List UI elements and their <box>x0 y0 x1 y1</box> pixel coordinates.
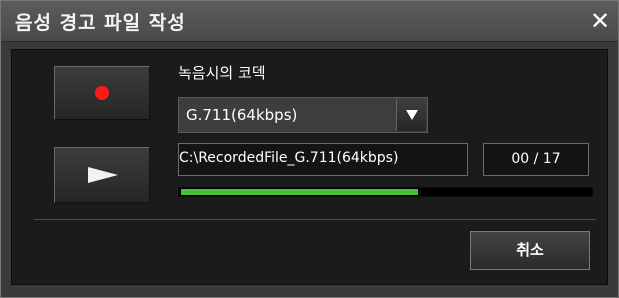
record-dot-icon <box>95 86 109 100</box>
record-button[interactable] <box>54 66 150 120</box>
dropdown-button[interactable] <box>396 99 426 131</box>
progress-fill <box>181 189 418 195</box>
play-icon <box>88 167 118 183</box>
file-counter: 00 / 17 <box>483 143 589 176</box>
file-path-field[interactable]: C:\RecordedFile_G.711(64kbps) <box>178 143 468 176</box>
cancel-button[interactable]: 취소 <box>470 231 590 270</box>
voice-warning-dialog: 음성 경고 파일 작성 ✕ 녹음시의 코덱 G.711(64kbps) C:\R… <box>0 0 619 298</box>
dialog-title: 음성 경고 파일 작성 <box>15 12 186 34</box>
play-button[interactable] <box>54 147 150 203</box>
divider <box>34 219 596 220</box>
file-path-text: C:\RecordedFile_G.711(64kbps) <box>179 150 399 166</box>
codec-selected-value: G.711(64kbps) <box>186 106 298 124</box>
close-icon[interactable]: ✕ <box>588 9 612 33</box>
recording-progress-bar <box>178 187 593 197</box>
recorder-panel: 녹음시의 코덱 G.711(64kbps) C:\RecordedFile_G.… <box>11 49 608 285</box>
codec-label: 녹음시의 코덱 <box>178 64 266 82</box>
title-bar[interactable]: 음성 경고 파일 작성 ✕ <box>1 1 618 42</box>
codec-select[interactable]: G.711(64kbps) <box>178 97 428 133</box>
chevron-down-icon <box>406 110 418 120</box>
